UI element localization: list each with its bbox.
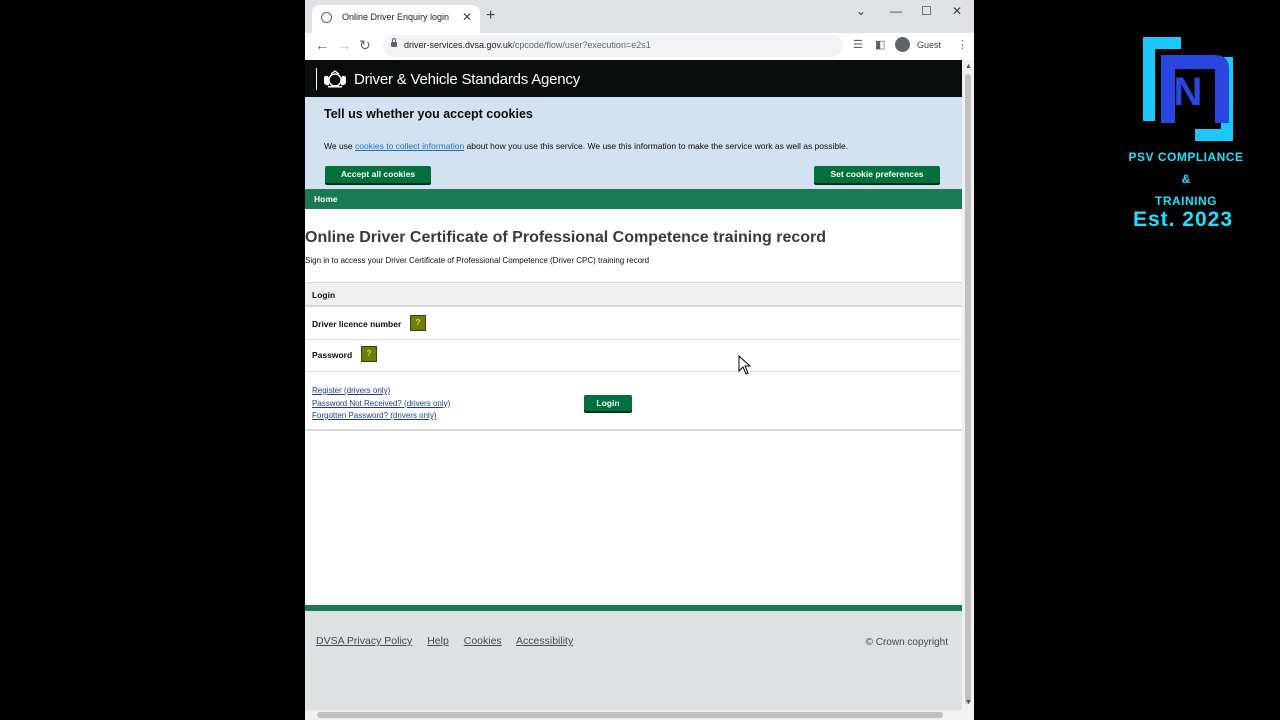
forgotten-password-link[interactable]: Forgotten Password? (drivers only): [312, 410, 450, 423]
royal-crest-icon: [324, 70, 346, 88]
copyright-text: © Crown copyright: [865, 637, 948, 648]
account-links: Register (drivers only) Password Not Rec…: [312, 385, 450, 423]
site-footer: DVSA Privacy Policy Help Cookies Accessi…: [305, 605, 962, 710]
accept-cookies-button[interactable]: Accept all cookies: [325, 166, 431, 183]
accessibility-link[interactable]: Accessibility: [516, 635, 573, 647]
licence-number-input[interactable]: [573, 309, 705, 335]
address-bar[interactable]: driver-services.dvsa.gov.uk/cpcode/flow/…: [383, 35, 843, 57]
scroll-up-icon[interactable]: ▲: [965, 63, 972, 70]
minimize-icon[interactable]: —: [890, 4, 902, 18]
profile-label[interactable]: Guest: [917, 40, 941, 50]
privacy-policy-link[interactable]: DVSA Privacy Policy: [316, 635, 412, 647]
brand-line-2: &: [1181, 172, 1191, 186]
mouse-pointer-icon: [738, 355, 752, 375]
register-link[interactable]: Register (drivers only): [312, 385, 450, 398]
password-label: Password: [312, 350, 353, 360]
browser-window: Online Driver Enquiry login ✕ + ⌄ — ☐ ✕ …: [305, 0, 974, 720]
reading-list-icon[interactable]: ☰: [853, 38, 863, 51]
svg-text:N: N: [1174, 70, 1203, 114]
licence-help-icon[interactable]: ?: [410, 315, 426, 331]
forward-icon[interactable]: →: [337, 37, 351, 53]
tab-search-icon[interactable]: ⌄: [856, 4, 866, 18]
help-link[interactable]: Help: [427, 635, 449, 647]
cookie-info-link[interactable]: cookies to collect information: [355, 141, 464, 151]
horizontal-scrollbar[interactable]: [305, 710, 962, 720]
login-button[interactable]: Login: [584, 395, 632, 411]
row-divider: [305, 339, 962, 340]
login-panel-heading: Login: [312, 290, 336, 300]
psv-compliance-logo-icon: N: [1143, 37, 1233, 141]
row-divider: [305, 371, 962, 372]
cookie-banner: Tell us whether you accept cookies We us…: [305, 97, 962, 189]
login-panel-header: Login: [305, 283, 962, 307]
scroll-down-icon[interactable]: ▼: [965, 699, 972, 706]
profile-avatar-icon[interactable]: [895, 37, 910, 52]
globe-icon: [321, 12, 332, 23]
cookie-heading: Tell us whether you accept cookies: [324, 107, 533, 121]
web-page: Driver & Vehicle Standards Agency Tell u…: [305, 60, 962, 710]
browser-tab[interactable]: Online Driver Enquiry login ✕: [312, 5, 480, 33]
reload-icon[interactable]: ↻: [359, 37, 371, 53]
cookie-text-after: about how you use this service. We use t…: [464, 141, 849, 151]
licence-number-label: Driver licence number: [312, 319, 402, 329]
horizontal-scroll-thumb[interactable]: [317, 712, 943, 718]
password-not-received-link[interactable]: Password Not Received? (drivers only): [312, 398, 450, 411]
url-path: /cpcode/flow/user?execution=e2s1: [512, 40, 651, 50]
site-header: Driver & Vehicle Standards Agency: [305, 60, 962, 97]
brand-line-1: PSV COMPLIANCE: [1128, 150, 1244, 164]
tab-close-icon[interactable]: ✕: [462, 10, 472, 24]
login-panel: Login Driver licence number ? Password ?…: [305, 282, 962, 431]
cookie-text-before: We use: [324, 141, 356, 151]
menu-kebab-icon[interactable]: ⋮: [957, 38, 968, 51]
vertical-scrollbar[interactable]: ▲ ▼: [962, 60, 974, 720]
side-panel-icon[interactable]: ◧: [875, 38, 885, 51]
cookies-link[interactable]: Cookies: [464, 635, 502, 647]
cookie-preferences-button[interactable]: Set cookie preferences: [814, 166, 940, 183]
password-help-icon[interactable]: ?: [361, 346, 377, 362]
page-title: Online Driver Certificate of Professiona…: [305, 229, 827, 246]
tab-strip: Online Driver Enquiry login ✕ + ⌄ — ☐ ✕: [305, 0, 974, 33]
new-tab-button[interactable]: +: [486, 7, 495, 25]
url-host: driver-services.dvsa.gov.uk: [404, 40, 513, 50]
breadcrumb-nav: Home: [305, 189, 962, 209]
browser-toolbar: ← → ↻ driver-services.dvsa.gov.uk/cpcode…: [305, 33, 974, 61]
back-icon[interactable]: ←: [315, 37, 329, 53]
tab-title: Online Driver Enquiry login: [342, 12, 450, 22]
cookie-message: We use cookies to collect information ab…: [324, 141, 848, 151]
vertical-scroll-thumb[interactable]: [965, 74, 971, 704]
agency-name[interactable]: Driver & Vehicle Standards Agency: [354, 71, 580, 88]
header-divider: [316, 68, 317, 90]
page-subtitle: Sign in to access your Driver Certificat…: [305, 256, 650, 265]
brand-line-3: TRAINING: [1155, 194, 1217, 208]
window-close-icon[interactable]: ✕: [952, 4, 962, 18]
home-link[interactable]: Home: [314, 194, 338, 204]
password-input[interactable]: [573, 341, 705, 367]
established-year: Est. 2023: [1132, 208, 1234, 231]
footer-links: DVSA Privacy Policy Help Cookies Accessi…: [316, 635, 585, 647]
url-text: driver-services.dvsa.gov.uk/cpcode/flow/…: [404, 40, 651, 50]
maximize-icon[interactable]: ☐: [921, 4, 932, 18]
lock-icon: [391, 38, 397, 47]
